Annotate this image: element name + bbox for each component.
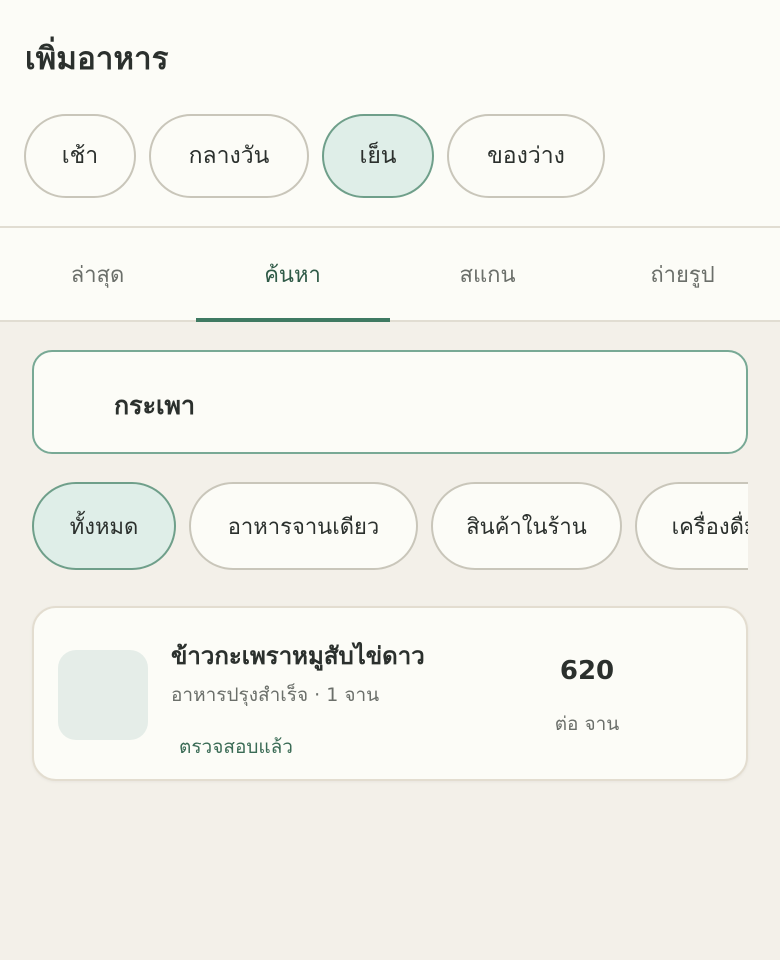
- tab-scan[interactable]: สแกน: [390, 228, 585, 320]
- page-title: เพิ่มอาหาร: [25, 41, 169, 77]
- filter-chip-label: เครื่องดื่ม: [671, 514, 748, 540]
- meal-chip-label: ของว่าง: [487, 143, 565, 169]
- serving-unit: ต่อ จาน: [554, 713, 620, 735]
- meal-chip-breakfast[interactable]: เช้า: [24, 114, 136, 198]
- tab-photo[interactable]: ถ่ายรูป: [585, 228, 780, 320]
- filter-chip-store-products[interactable]: สินค้าในร้าน: [431, 482, 622, 570]
- tab-search[interactable]: ค้นหา: [195, 228, 390, 320]
- tab-label: ถ่ายรูป: [650, 262, 715, 288]
- food-result-card[interactable]: ข้าวกะเพราหมูสับไข่ดาว อาหารปรุงสำเร็จ ·…: [32, 606, 748, 781]
- verified-status: ตรวจสอบแล้ว: [179, 736, 293, 758]
- active-tab-indicator: [196, 318, 390, 322]
- tab-label: สแกน: [459, 262, 516, 288]
- filter-chip-label: ทั้งหมด: [69, 514, 139, 540]
- meal-chip-snack[interactable]: ของว่าง: [447, 114, 605, 198]
- filter-chip-single-dish[interactable]: อาหารจานเดียว: [189, 482, 418, 570]
- tab-bar: ล่าสุด ค้นหา สแกน ถ่ายรูป: [0, 228, 780, 322]
- food-name: ข้าวกะเพราหมูสับไข่ดาว: [171, 642, 425, 670]
- tab-label: ค้นหา: [264, 262, 321, 288]
- meal-chip-label: กลางวัน: [188, 143, 270, 169]
- category-filter-row: ทั้งหมด อาหารจานเดียว สินค้าในร้าน เครื่…: [32, 482, 748, 572]
- meal-chip-dinner[interactable]: เย็น: [322, 114, 434, 198]
- filter-chip-label: สินค้าในร้าน: [466, 514, 587, 540]
- filter-chip-label: อาหารจานเดียว: [227, 514, 380, 540]
- meal-chip-lunch[interactable]: กลางวัน: [149, 114, 309, 198]
- tab-label: ล่าสุด: [70, 262, 125, 288]
- food-thumbnail: [58, 650, 148, 740]
- meal-chip-label: เช้า: [61, 143, 99, 169]
- meal-chip-label: เย็น: [359, 143, 397, 169]
- search-input-value[interactable]: กระเพา: [114, 386, 195, 426]
- filter-chip-drinks[interactable]: เครื่องดื่ม: [635, 482, 748, 570]
- calorie-value: 620: [559, 656, 615, 686]
- search-input[interactable]: กระเพา: [32, 350, 748, 454]
- tab-recent[interactable]: ล่าสุด: [0, 228, 195, 320]
- food-category-serving: อาหารปรุงสำเร็จ · 1 จาน: [171, 684, 380, 706]
- filter-chip-all[interactable]: ทั้งหมด: [32, 482, 176, 570]
- header: เพิ่มอาหาร เช้า กลางวัน เย็น ของว่าง: [0, 0, 780, 228]
- meal-selector: เช้า กลางวัน เย็น ของว่าง: [24, 114, 618, 198]
